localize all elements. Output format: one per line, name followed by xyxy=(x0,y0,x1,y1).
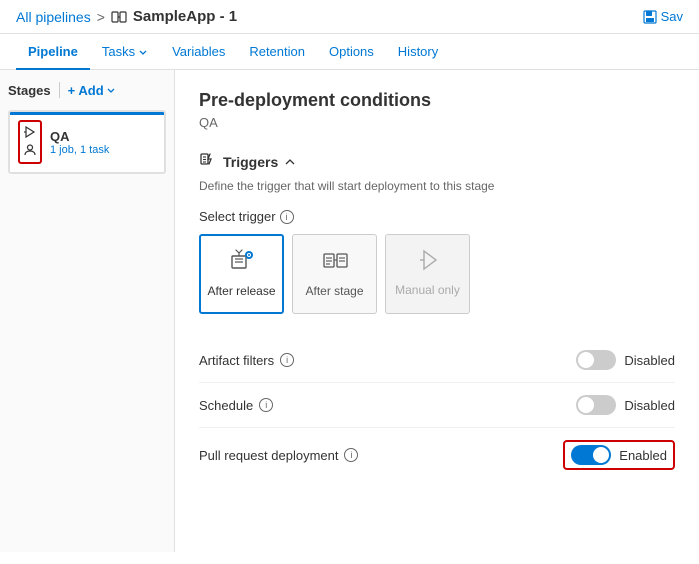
add-stage-button[interactable]: + Add xyxy=(68,83,116,98)
breadcrumb: All pipelines > SampleApp - 1 xyxy=(16,8,237,25)
save-button[interactable]: Sav xyxy=(643,9,683,24)
trigger-after-release[interactable]: After release xyxy=(199,234,284,314)
pipeline-icon xyxy=(111,9,127,25)
schedule-status: Disabled xyxy=(624,398,675,413)
nav-tabs: Pipeline Tasks Variables Retention Optio… xyxy=(0,34,699,70)
stage-meta: 1 job, 1 task xyxy=(50,144,109,156)
toggle-thumb-pr xyxy=(593,447,609,463)
collapse-icon[interactable] xyxy=(284,156,296,168)
triggers-label: Triggers xyxy=(223,154,278,170)
pull-request-status: Enabled xyxy=(619,448,667,463)
stages-header: Stages + Add xyxy=(8,82,166,98)
app-title: SampleApp - 1 xyxy=(133,8,237,25)
artifact-filters-label: Artifact filters i xyxy=(199,353,294,368)
schedule-info-icon[interactable]: i xyxy=(259,398,273,412)
after-release-icon xyxy=(228,248,256,280)
content-panel: Pre-deployment conditions QA Triggers De… xyxy=(175,70,699,552)
stage-top-bar xyxy=(10,112,164,115)
toggle-thumb xyxy=(578,352,594,368)
trigger-after-stage[interactable]: After stage xyxy=(292,234,377,314)
stage-name: QA xyxy=(50,129,109,144)
schedule-toggle-group: Disabled xyxy=(576,395,675,415)
triggers-desc: Define the trigger that will start deplo… xyxy=(199,179,675,193)
tab-tasks[interactable]: Tasks xyxy=(90,34,160,69)
stage-info: QA 1 job, 1 task xyxy=(50,129,109,156)
artifact-filters-row: Artifact filters i Disabled xyxy=(199,338,675,383)
artifact-filters-status: Disabled xyxy=(624,353,675,368)
stages-label: Stages xyxy=(8,83,51,98)
breadcrumb-separator: > xyxy=(97,9,105,25)
trigger-options: After release xyxy=(199,234,675,314)
toggle-thumb-schedule xyxy=(578,397,594,413)
artifact-filters-toggle[interactable] xyxy=(576,350,616,370)
main-layout: Stages + Add xyxy=(0,70,699,552)
trigger-info-icon[interactable]: i xyxy=(280,210,294,224)
schedule-label: Schedule i xyxy=(199,398,273,413)
panel-title: Pre-deployment conditions xyxy=(199,90,675,111)
after-stage-label: After stage xyxy=(305,284,363,300)
trigger-manual-only[interactable]: Manual only xyxy=(385,234,470,314)
trigger-icon xyxy=(23,125,37,141)
artifact-filters-toggle-group: Disabled xyxy=(576,350,675,370)
tab-pipeline[interactable]: Pipeline xyxy=(16,34,90,69)
pull-request-row: Pull request deployment i Enabled xyxy=(199,428,675,482)
manual-only-icon xyxy=(416,249,440,279)
schedule-toggle[interactable] xyxy=(576,395,616,415)
tab-variables[interactable]: Variables xyxy=(160,34,237,69)
sidebar: Stages + Add xyxy=(0,70,175,552)
stage-card-qa[interactable]: QA 1 job, 1 task xyxy=(8,110,166,174)
pull-request-info-icon[interactable]: i xyxy=(344,448,358,462)
triggers-header: Triggers xyxy=(199,150,675,173)
pull-request-toggle[interactable] xyxy=(571,445,611,465)
tab-retention[interactable]: Retention xyxy=(237,34,317,69)
after-stage-icon xyxy=(321,248,349,280)
person-icon xyxy=(23,143,37,159)
triggers-icon xyxy=(199,150,217,173)
pull-request-toggle-group: Enabled xyxy=(563,440,675,470)
schedule-row: Schedule i Disabled xyxy=(199,383,675,428)
all-pipelines-link[interactable]: All pipelines xyxy=(16,9,91,25)
stage-icons xyxy=(18,120,42,164)
artifact-filters-info-icon[interactable]: i xyxy=(280,353,294,367)
stages-divider xyxy=(59,82,60,98)
tab-options[interactable]: Options xyxy=(317,34,386,69)
after-release-label: After release xyxy=(207,284,275,300)
save-label: Sav xyxy=(661,9,683,24)
manual-only-label: Manual only xyxy=(395,283,460,299)
select-trigger-label: Select trigger i xyxy=(199,209,675,224)
pull-request-label: Pull request deployment i xyxy=(199,448,358,463)
panel-subtitle: QA xyxy=(199,115,675,130)
top-bar: All pipelines > SampleApp - 1 Sav xyxy=(0,0,699,34)
tab-history[interactable]: History xyxy=(386,34,450,69)
